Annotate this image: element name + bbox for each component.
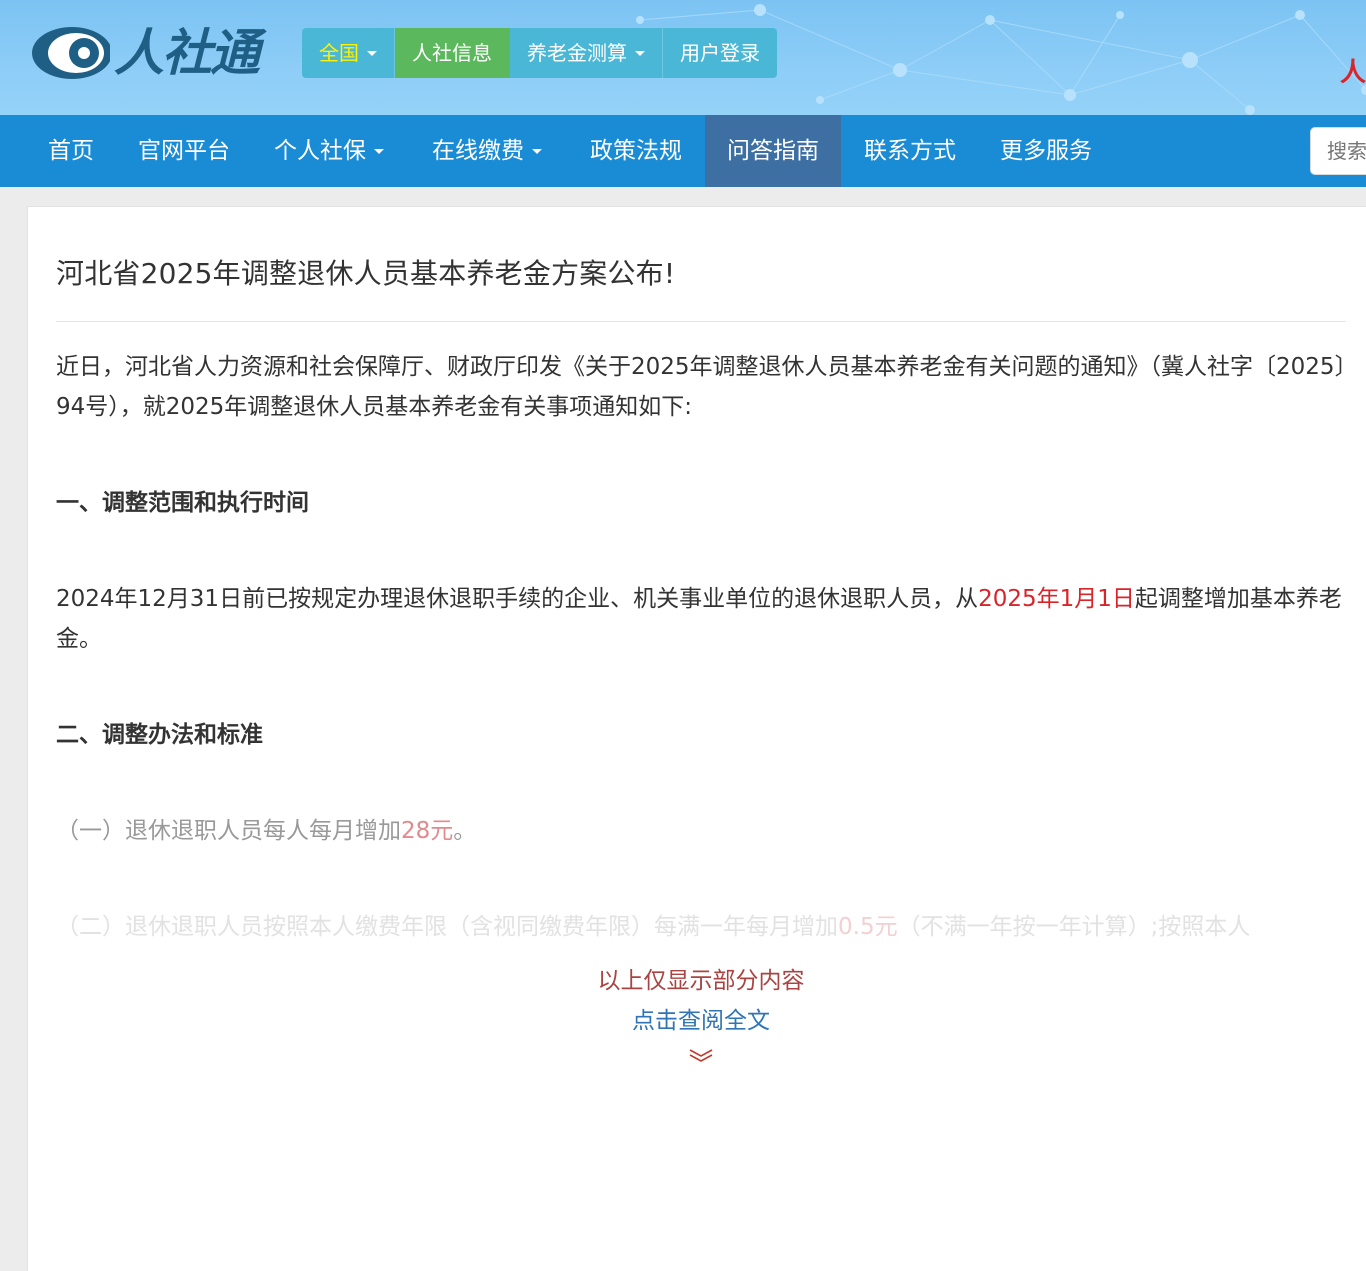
chevron-down-icon [367, 50, 377, 56]
article-title: 河北省2025年调整退休人员基本养老金方案公布! [56, 257, 676, 290]
highlight-amount: 0.5元 [838, 914, 898, 940]
topnav-info-label: 人社信息 [412, 41, 492, 65]
site-header: 人社通 全国 人社信息 养老金测算 用户登录 人 [0, 0, 1366, 115]
nav-item-more-services[interactable]: 更多服务 [978, 115, 1114, 187]
article-card: 河北省2025年调整退休人员基本养老金方案公布! 近日，河北省人力资源和社会保障… [27, 206, 1366, 1271]
nav-item-home[interactable]: 首页 [26, 115, 116, 187]
main-navigation: 首页 官网平台 个人社保 在线缴费 政策法规 问答指南 联系方式 更多服务 [0, 115, 1366, 187]
text-span: （一）退休退职人员每人每月增加 [56, 818, 401, 844]
search-input[interactable] [1310, 127, 1366, 175]
partial-content-note: 以上仅显示部分内容 [597, 968, 805, 994]
nav-label: 联系方式 [864, 138, 956, 164]
text-span: 。 [453, 818, 477, 844]
title-divider [56, 321, 1346, 322]
nav-item-qa-guide[interactable]: 问答指南 [705, 115, 841, 187]
nav-label: 个人社保 [274, 138, 366, 164]
topnav-pension-calc-label: 养老金测算 [527, 41, 627, 65]
double-chevron-down-icon[interactable] [28, 1047, 1366, 1067]
highlight-amount: 28元 [401, 818, 454, 844]
topnav-login-label: 用户登录 [680, 41, 760, 65]
topnav-item-login[interactable]: 用户登录 [663, 28, 777, 78]
nav-item-official-platform[interactable]: 官网平台 [116, 115, 252, 187]
nav-label: 官网平台 [138, 138, 230, 164]
nav-label: 更多服务 [1000, 138, 1092, 164]
text-span: 2024年12月31日前已按规定办理退休退职手续的企业、机关事业单位的退休退职人… [56, 586, 979, 612]
nav-label: 首页 [48, 138, 94, 164]
region-selector[interactable]: 全国 [302, 28, 395, 78]
nav-label: 政策法规 [590, 138, 682, 164]
logo-text: 人社通 [114, 24, 260, 82]
article-body: 近日，河北省人力资源和社会保障厅、财政厅印发《关于2025年调整退休人员基本养老… [56, 347, 1350, 947]
read-full-link[interactable]: 点击查阅全文 [28, 1001, 1366, 1035]
text-span: （二）退休退职人员按照本人缴费年限（含视同缴费年限）每满一年每月增加 [56, 914, 838, 940]
topnav-item-pension-calc[interactable]: 养老金测算 [510, 28, 663, 78]
highlight-date: 2025年1月1日 [978, 586, 1135, 612]
nav-label: 在线缴费 [432, 138, 524, 164]
article-paragraph-faded: （二）退休退职人员按照本人缴费年限（含视同缴费年限）每满一年每月增加0.5元（不… [56, 907, 1350, 947]
chevron-down-icon [374, 149, 384, 154]
nav-item-contact[interactable]: 联系方式 [842, 115, 978, 187]
text-span: （不满一年按一年计算）;按照本人 [897, 914, 1251, 940]
article-paragraph: （一）退休退职人员每人每月增加28元。 [56, 811, 1350, 851]
nav-item-personal-insurance[interactable]: 个人社保 [252, 115, 406, 187]
site-logo[interactable]: 人社通 [28, 20, 260, 86]
eye-logo-icon [28, 23, 112, 83]
region-label: 全国 [319, 41, 359, 65]
nav-item-online-payment[interactable]: 在线缴费 [410, 115, 564, 187]
section-heading: 二、调整办法和标准 [56, 722, 263, 748]
nav-label: 问答指南 [727, 138, 819, 164]
chevron-down-icon [532, 149, 542, 154]
topnav-item-info[interactable]: 人社信息 [395, 28, 510, 78]
section-heading: 一、调整范围和执行时间 [56, 490, 309, 516]
header-right-text: 人 [1340, 58, 1366, 88]
article-paragraph: 2024年12月31日前已按规定办理退休退职手续的企业、机关事业单位的退休退职人… [56, 579, 1350, 659]
top-navigation: 全国 人社信息 养老金测算 用户登录 [302, 28, 777, 78]
article-intro: 近日，河北省人力资源和社会保障厅、财政厅印发《关于2025年调整退休人员基本养老… [56, 354, 1347, 420]
nav-item-policy[interactable]: 政策法规 [568, 115, 704, 187]
chevron-down-icon [635, 50, 645, 56]
